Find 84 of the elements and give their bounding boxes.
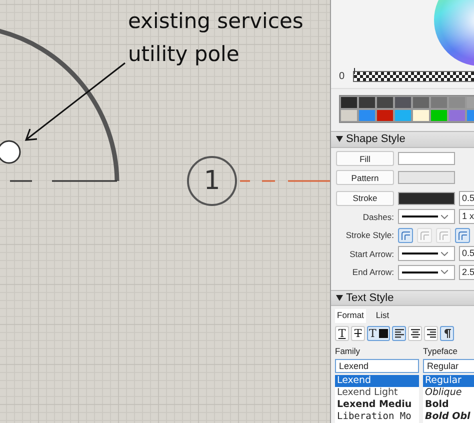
color-swatch[interactable] <box>430 96 448 109</box>
section-header[interactable]: Text Style <box>331 290 474 306</box>
tab[interactable]: Format <box>335 309 366 324</box>
stroke-width-field[interactable]: 0.5 <box>459 190 474 206</box>
drawing-canvas[interactable]: existing services utility pole 1 <box>0 0 330 423</box>
list-item[interactable]: Liberation Mo <box>335 411 419 423</box>
list-item[interactable]: Lexend Mediu <box>335 399 419 412</box>
color-swatch[interactable] <box>394 96 412 109</box>
color-swatch[interactable] <box>376 96 394 109</box>
align-left-button[interactable] <box>392 326 406 342</box>
color-swatch[interactable] <box>358 96 376 109</box>
canvas-text[interactable]: utility pole <box>128 41 240 67</box>
color-swatch[interactable] <box>412 96 430 109</box>
start-arrow-dropdown[interactable] <box>398 246 455 262</box>
typeface-list[interactable]: Regular Oblique Bold Bold Obl <box>423 375 474 423</box>
arc-line[interactable] <box>0 28 120 182</box>
list-item[interactable]: Oblique <box>423 387 474 400</box>
alpha-label: 0 <box>339 71 345 82</box>
strike-button[interactable]: T <box>351 326 365 342</box>
color-swatch[interactable] <box>340 96 358 109</box>
color-swatch[interactable] <box>376 108 394 122</box>
tab[interactable]: List <box>374 309 392 324</box>
stroke-button[interactable]: Stroke <box>336 190 394 206</box>
corner-join-icon <box>439 230 448 240</box>
collapse-triangle-icon[interactable] <box>336 295 343 302</box>
stroke-style-label: Stroke Style: <box>344 230 394 240</box>
list-item[interactable]: Lexend Light <box>335 387 419 400</box>
line-style-icon <box>402 215 438 218</box>
pilcrow-icon <box>444 329 451 338</box>
align-center-icon <box>410 329 420 338</box>
typeface-label: Typeface <box>423 346 458 358</box>
color-swatch[interactable] <box>448 108 466 122</box>
list-item[interactable]: Bold <box>423 399 474 412</box>
connector-dashed-line[interactable] <box>239 180 330 182</box>
dashes-label: Dashes: <box>362 212 394 222</box>
stroke-join-button[interactable] <box>398 228 413 243</box>
fill-button[interactable]: Fill <box>336 151 394 166</box>
end-arrow-label: End Arrow: <box>351 267 394 278</box>
corner-join-icon <box>420 230 429 240</box>
pattern-field[interactable] <box>398 171 455 184</box>
list-item[interactable]: Lexend <box>335 375 419 388</box>
canvas-text[interactable]: existing services <box>128 8 304 34</box>
list-item[interactable]: Bold Obl <box>423 411 474 423</box>
align-left-icon <box>394 329 404 338</box>
color-swatch[interactable] <box>430 108 448 122</box>
start-arrow-size-field[interactable]: 0.5 <box>459 246 474 262</box>
family-field[interactable]: Lexend <box>335 359 419 374</box>
color-swatch[interactable] <box>412 108 430 122</box>
stroke-join-button[interactable] <box>455 228 470 243</box>
dashes-dropdown[interactable] <box>398 209 455 224</box>
dropdown-chevron-icon <box>441 214 448 219</box>
dashes-size-field[interactable]: 1 x <box>459 209 474 224</box>
end-arrow-size-field[interactable]: 2.5 <box>459 264 474 280</box>
stroke-color-field[interactable] <box>398 192 455 205</box>
color-swatch[interactable] <box>340 108 358 122</box>
pattern-button[interactable]: Pattern <box>336 170 394 185</box>
family-list[interactable]: Lexend Lexend Light Lexend Mediu Liberation Mo <box>335 375 419 423</box>
align-right-button[interactable] <box>424 326 438 342</box>
corner-join-icon <box>458 230 467 240</box>
dashed-line[interactable] <box>9 180 118 182</box>
family-label: Family <box>335 346 362 358</box>
color-swatch[interactable] <box>358 108 376 122</box>
section-header[interactable]: Shape Style <box>331 130 474 148</box>
dropdown-chevron-icon <box>441 252 448 256</box>
leader-arrow[interactable] <box>24 62 126 141</box>
align-right-icon <box>426 329 436 338</box>
text-color-button[interactable]: T <box>367 326 390 342</box>
end-arrow-dropdown[interactable] <box>398 264 455 280</box>
typeface-field[interactable]: Regular <box>423 359 474 374</box>
numbered-marker[interactable]: 1 <box>187 156 237 206</box>
collapse-triangle-icon[interactable] <box>336 136 343 142</box>
dropdown-chevron-icon <box>441 270 448 274</box>
list-item[interactable]: Regular <box>423 375 474 388</box>
underline-button[interactable]: T <box>335 326 349 342</box>
fill-field[interactable] <box>398 152 455 166</box>
color-swatch[interactable] <box>448 96 466 109</box>
line-style-icon <box>402 252 438 256</box>
color-swatch[interactable] <box>394 108 412 122</box>
align-center-button[interactable] <box>408 326 422 342</box>
start-arrow-label: Start Arrow: <box>348 248 394 259</box>
line-style-icon <box>402 270 438 274</box>
color-square-icon <box>379 329 388 338</box>
paragraph-button[interactable] <box>440 326 454 342</box>
corner-join-icon <box>401 230 410 240</box>
